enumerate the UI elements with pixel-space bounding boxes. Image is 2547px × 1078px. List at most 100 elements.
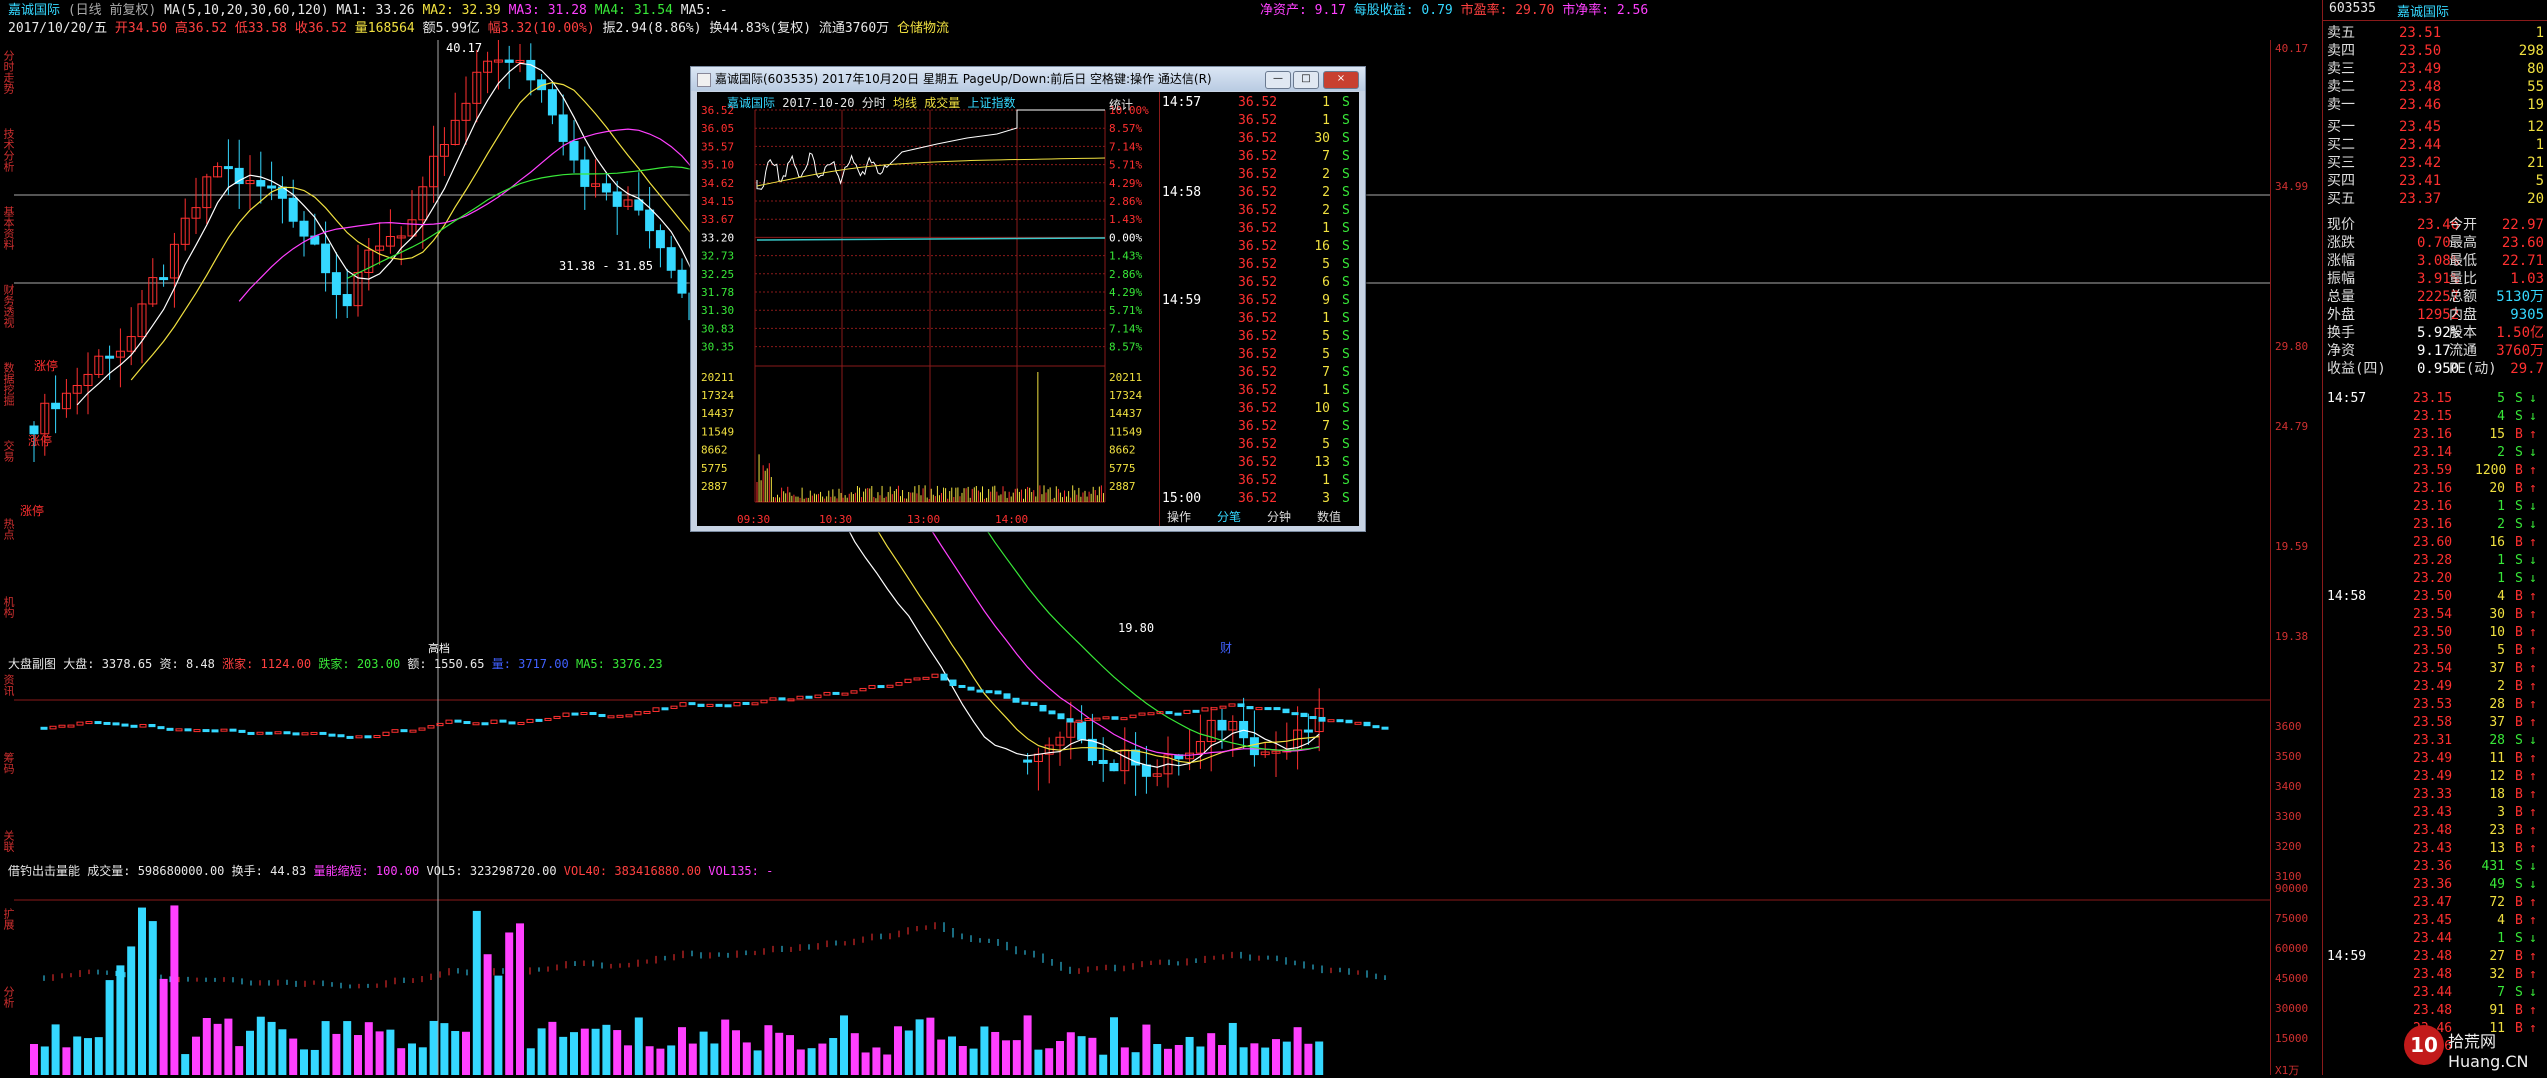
left-tab-9[interactable]: 筹码 bbox=[0, 752, 15, 822]
tick-row[interactable]: 23.58 37 B ↑ bbox=[2323, 714, 2547, 731]
tick-row[interactable]: 23.16 15 B ↑ bbox=[2323, 426, 2547, 443]
tick-row[interactable]: 23.53 28 B ↑ bbox=[2323, 696, 2547, 713]
popup-tick-list[interactable]: 14:57 36.52 1 S 36.52 1 S 36.52 30 S 36.52 7 S 36.52 2… bbox=[1159, 92, 1360, 526]
popup-tick-row[interactable]: 36.52 1 S bbox=[1160, 382, 1360, 400]
popup-tick-row[interactable]: 36.52 30 S bbox=[1160, 130, 1360, 148]
ask-row[interactable]: 卖五 23.51 1 bbox=[2323, 24, 2547, 42]
popup-tick-row[interactable]: 36.52 1 S bbox=[1160, 112, 1360, 130]
left-tab-0[interactable]: 分时走势 bbox=[0, 50, 15, 120]
left-tab-6[interactable]: 热点 bbox=[0, 518, 15, 588]
tick-row[interactable]: 23.43 3 B ↑ bbox=[2323, 804, 2547, 821]
popup-tick-row[interactable]: 36.52 5 S bbox=[1160, 346, 1360, 364]
minimize-button[interactable]: — bbox=[1265, 71, 1291, 89]
popup-tick-row[interactable]: 36.52 1 S bbox=[1160, 220, 1360, 238]
tick-row[interactable]: 23.28 1 S ↓ bbox=[2323, 552, 2547, 569]
popup-tab-0[interactable]: 操作 bbox=[1167, 508, 1191, 526]
popup-tab-2[interactable]: 分钟 bbox=[1267, 508, 1291, 526]
tick-row[interactable]: 23.49 2 B ↑ bbox=[2323, 678, 2547, 695]
left-tab-8[interactable]: 资讯 bbox=[0, 674, 15, 744]
maximize-button[interactable]: □ bbox=[1293, 71, 1319, 89]
tick-row[interactable]: 23.50 5 B ↑ bbox=[2323, 642, 2547, 659]
tick-row[interactable]: 23.36 431 S ↓ bbox=[2323, 858, 2547, 875]
popup-tick-row[interactable]: 36.52 16 S bbox=[1160, 238, 1360, 256]
chart-period[interactable]: (日线 前复权) bbox=[68, 3, 156, 18]
tick-row[interactable]: 23.31 28 S ↓ bbox=[2323, 732, 2547, 749]
tick-row[interactable]: 23.20 1 S ↓ bbox=[2323, 570, 2547, 587]
ask-row[interactable]: 卖二 23.48 55 bbox=[2323, 78, 2547, 96]
bar-industry[interactable]: 仓储物流 bbox=[897, 21, 949, 36]
tick-row[interactable]: 14:58 23.50 4 B ↑ bbox=[2323, 588, 2547, 605]
popup-tab-index[interactable]: 上证指数 bbox=[967, 96, 1015, 110]
tick-row[interactable]: 14:59 23.48 27 B ↑ bbox=[2323, 948, 2547, 965]
tick-row[interactable]: 23.48 32 B ↑ bbox=[2323, 966, 2547, 983]
left-tab-3[interactable]: 财务透视 bbox=[0, 284, 15, 354]
popup-tick-row[interactable]: 36.52 2 S bbox=[1160, 202, 1360, 220]
popup-tick-row[interactable]: 36.52 5 S bbox=[1160, 436, 1360, 454]
popup-tab-volume[interactable]: 成交量 bbox=[924, 96, 960, 110]
popup-tick-row[interactable]: 36.52 1 S bbox=[1160, 472, 1360, 490]
tick-row[interactable]: 23.16 20 B ↑ bbox=[2323, 480, 2547, 497]
tick-row[interactable]: 23.54 37 B ↑ bbox=[2323, 660, 2547, 677]
tick-row[interactable]: 23.33 18 B ↑ bbox=[2323, 786, 2547, 803]
tick-row[interactable]: 23.48 91 B ↑ bbox=[2323, 1002, 2547, 1019]
quote-name[interactable]: 嘉诚国际 bbox=[2397, 1, 2449, 20]
tick-row[interactable]: 23.15 4 S ↓ bbox=[2323, 408, 2547, 425]
bid-row[interactable]: 买二 23.44 1 bbox=[2323, 136, 2547, 154]
ask-row[interactable]: 卖三 23.49 80 bbox=[2323, 60, 2547, 78]
popup-tick-row[interactable]: 14:58 36.52 2 S bbox=[1160, 184, 1360, 202]
intraday-popup-window[interactable]: 嘉诚国际(603535) 2017年10月20日 星期五 PageUp/Down… bbox=[690, 66, 1366, 532]
tick-row[interactable]: 23.54 30 B ↑ bbox=[2323, 606, 2547, 623]
tick-row[interactable]: 23.49 12 B ↑ bbox=[2323, 768, 2547, 785]
ask-row[interactable]: 卖一 23.46 19 bbox=[2323, 96, 2547, 114]
bid-row[interactable]: 买三 23.42 21 bbox=[2323, 154, 2547, 172]
bid-row[interactable]: 买一 23.45 12 bbox=[2323, 118, 2547, 136]
tick-row[interactable]: 23.16 2 S ↓ bbox=[2323, 516, 2547, 533]
tick-row[interactable]: 23.47 72 B ↑ bbox=[2323, 894, 2547, 911]
tick-row[interactable]: 23.59 1200 B ↑ bbox=[2323, 462, 2547, 479]
tick-row[interactable]: 23.44 7 S ↓ bbox=[2323, 984, 2547, 1001]
left-tab-11[interactable]: 扩展 bbox=[0, 908, 15, 978]
popup-tick-row[interactable]: 36.52 13 S bbox=[1160, 454, 1360, 472]
left-tab-12[interactable]: 分析 bbox=[0, 986, 15, 1056]
popup-tick-volume: 7 bbox=[1322, 149, 1330, 164]
tick-row[interactable]: 23.14 2 S ↓ bbox=[2323, 444, 2547, 461]
tick-row[interactable]: 23.50 10 B ↑ bbox=[2323, 624, 2547, 641]
bid-row[interactable]: 买四 23.41 5 bbox=[2323, 172, 2547, 190]
popup-tick-row[interactable]: 36.52 2 S bbox=[1160, 166, 1360, 184]
tick-row[interactable]: 23.49 11 B ↑ bbox=[2323, 750, 2547, 767]
popup-tick-row[interactable]: 36.52 5 S bbox=[1160, 256, 1360, 274]
popup-tab-avg[interactable]: 均线 bbox=[893, 96, 917, 110]
bid-row[interactable]: 买五 23.37 20 bbox=[2323, 190, 2547, 208]
popup-stat-tab[interactable]: 统计 bbox=[1109, 96, 1133, 113]
popup-tick-row[interactable]: 36.52 10 S bbox=[1160, 400, 1360, 418]
tick-row[interactable]: 23.48 23 B ↑ bbox=[2323, 822, 2547, 839]
tick-row[interactable]: 23.60 16 B ↑ bbox=[2323, 534, 2547, 551]
left-tab-1[interactable]: 技术分析 bbox=[0, 128, 15, 198]
popup-titlebar[interactable]: 嘉诚国际(603535) 2017年10月20日 星期五 PageUp/Down… bbox=[691, 67, 1365, 91]
popup-tick-row[interactable]: 15:00 36.52 3 S bbox=[1160, 490, 1360, 508]
popup-tick-row[interactable]: 36.52 7 S bbox=[1160, 364, 1360, 382]
tick-row[interactable]: 14:57 23.15 5 S ↓ bbox=[2323, 390, 2547, 407]
popup-tab-fenshi[interactable]: 分时 bbox=[862, 96, 886, 110]
popup-tick-row[interactable]: 36.52 7 S bbox=[1160, 418, 1360, 436]
intraday-chart[interactable]: 36.5236.0535.5735.1034.6234.1533.6733.20… bbox=[697, 92, 1159, 526]
tick-row[interactable]: 23.36 49 S ↓ bbox=[2323, 876, 2547, 893]
ask-row[interactable]: 卖四 23.50 298 bbox=[2323, 42, 2547, 60]
popup-tick-row[interactable]: 14:57 36.52 1 S bbox=[1160, 94, 1360, 112]
tick-row[interactable]: 23.44 1 S ↓ bbox=[2323, 930, 2547, 947]
popup-tick-row[interactable]: 36.52 7 S bbox=[1160, 148, 1360, 166]
popup-tick-row[interactable]: 36.52 5 S bbox=[1160, 328, 1360, 346]
popup-tick-row[interactable]: 36.52 6 S bbox=[1160, 274, 1360, 292]
tick-row[interactable]: 23.45 4 B ↑ bbox=[2323, 912, 2547, 929]
popup-tab-3[interactable]: 数值 bbox=[1317, 508, 1341, 526]
popup-tick-row[interactable]: 14:59 36.52 9 S bbox=[1160, 292, 1360, 310]
popup-tick-row[interactable]: 36.52 1 S bbox=[1160, 310, 1360, 328]
close-button[interactable]: × bbox=[1323, 71, 1359, 89]
popup-tab-1[interactable]: 分笔 bbox=[1217, 508, 1241, 526]
stock-name[interactable]: 嘉诚国际 bbox=[8, 3, 60, 18]
left-tab-2[interactable]: 基本资料 bbox=[0, 206, 15, 276]
tick-row[interactable]: 23.16 1 S ↓ bbox=[2323, 498, 2547, 515]
tick-row[interactable]: 23.43 13 B ↑ bbox=[2323, 840, 2547, 857]
left-tab-4[interactable]: 数据挖掘 bbox=[0, 362, 15, 432]
left-tab-5[interactable]: 交易 bbox=[0, 440, 15, 510]
